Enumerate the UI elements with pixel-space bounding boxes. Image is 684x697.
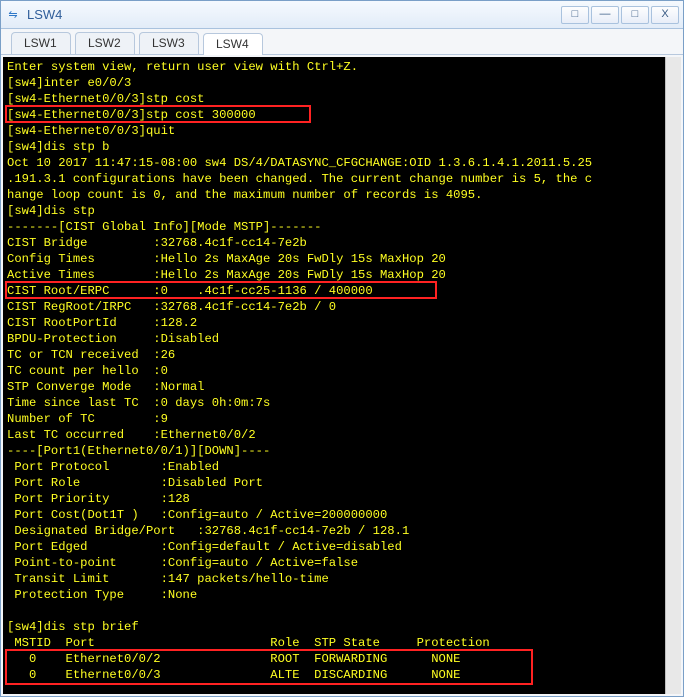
window-controls: □ — □ X [561, 6, 679, 24]
titlebar: ⇋ LSW4 □ — □ X [1, 1, 683, 29]
app-icon: ⇋ [5, 7, 21, 23]
terminal-area: Enter system view, return user view with… [1, 55, 683, 696]
app-window: ⇋ LSW4 □ — □ X LSW1LSW2LSW3LSW4 Enter sy… [0, 0, 684, 697]
terminal-output[interactable]: Enter system view, return user view with… [3, 57, 665, 694]
tab-lsw4[interactable]: LSW4 [203, 33, 263, 55]
highlight-box-1 [5, 281, 437, 299]
highlight-box-2 [5, 649, 533, 685]
scrollbar[interactable] [665, 57, 681, 694]
detach-button[interactable]: □ [561, 6, 589, 24]
highlight-box-0 [5, 105, 311, 123]
window-title: LSW4 [27, 7, 561, 22]
tab-lsw3[interactable]: LSW3 [139, 32, 199, 54]
tab-bar: LSW1LSW2LSW3LSW4 [1, 29, 683, 55]
maximize-button[interactable]: □ [621, 6, 649, 24]
tab-lsw2[interactable]: LSW2 [75, 32, 135, 54]
tab-lsw1[interactable]: LSW1 [11, 32, 71, 54]
close-button[interactable]: X [651, 6, 679, 24]
minimize-button[interactable]: — [591, 6, 619, 24]
